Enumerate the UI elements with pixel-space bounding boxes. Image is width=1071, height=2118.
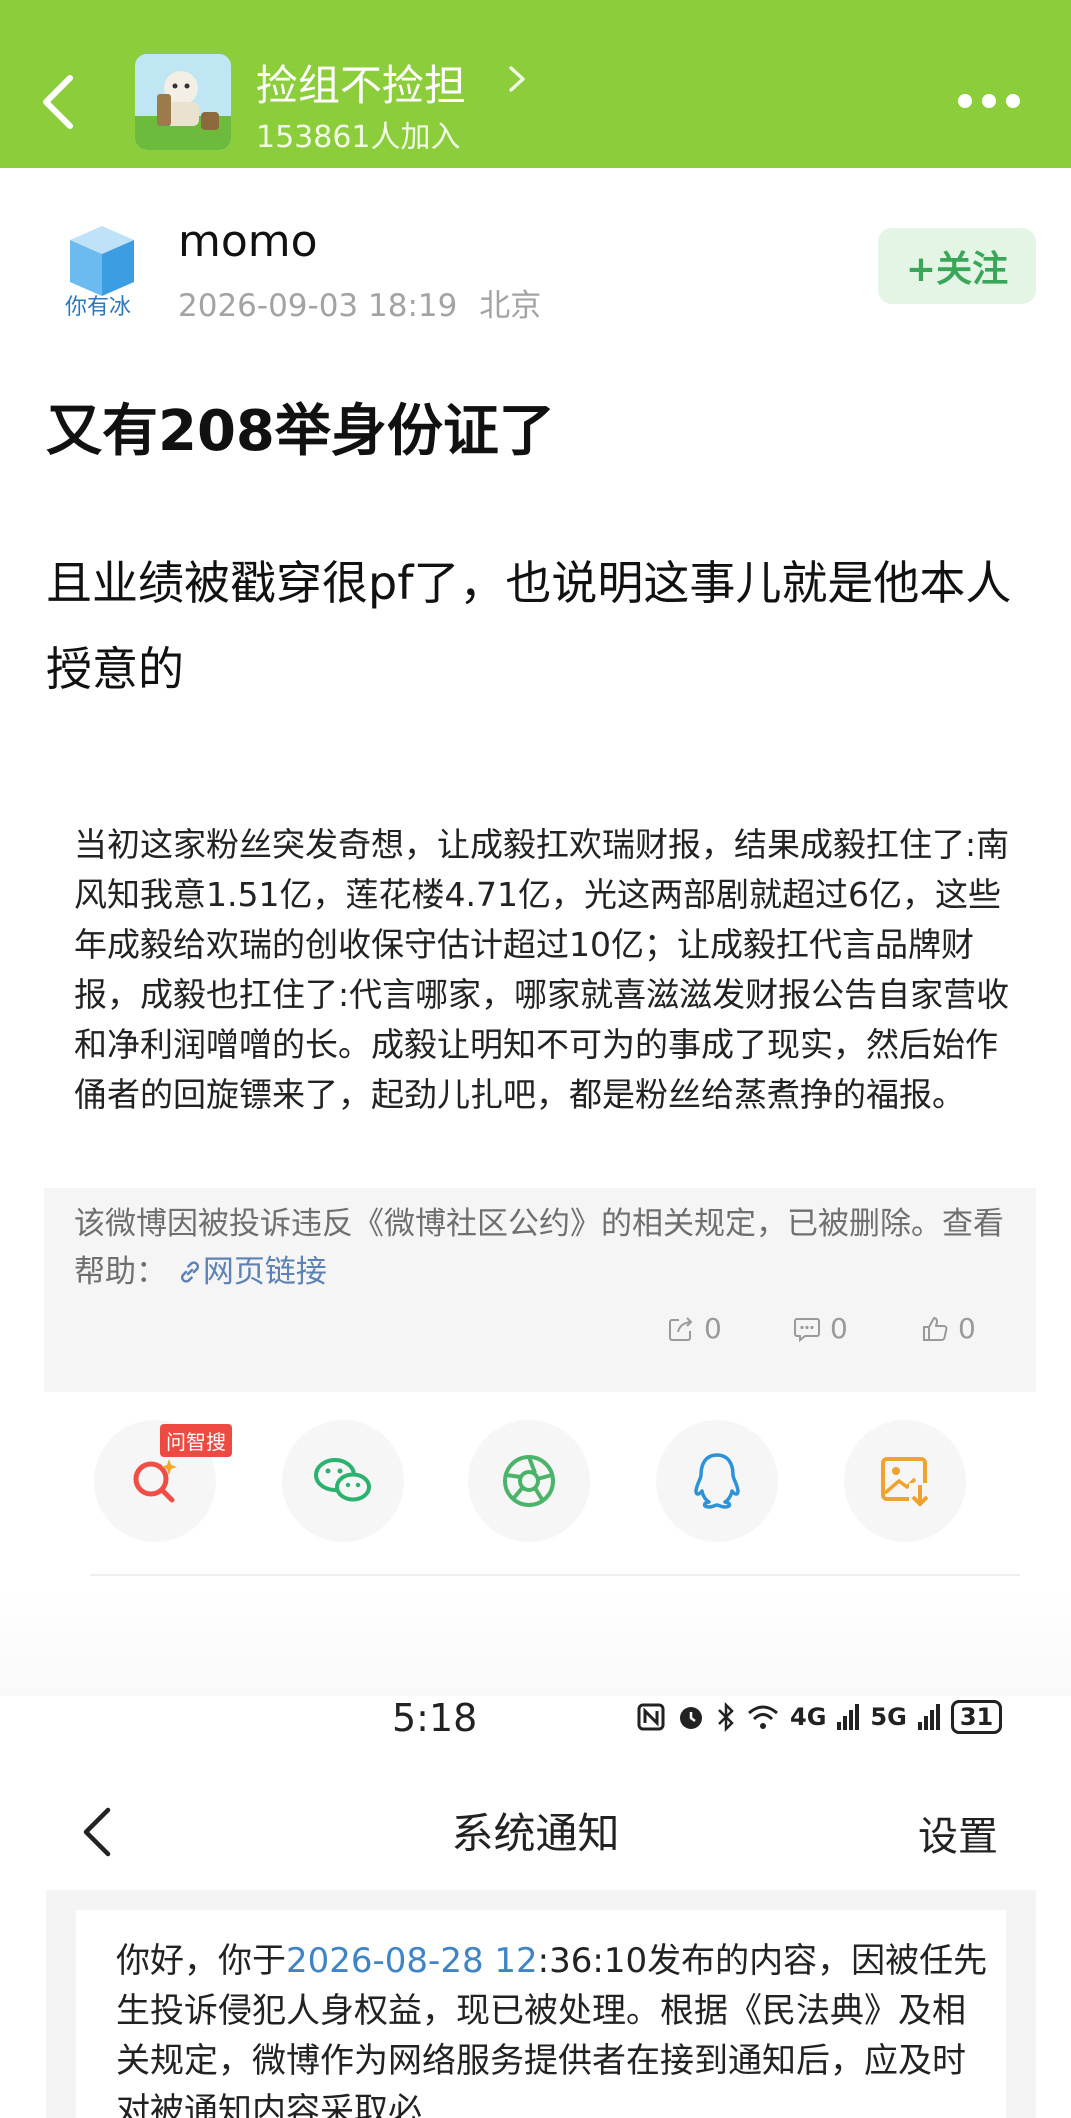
battery-indicator: 31 (950, 1700, 1003, 1734)
notification-settings-button[interactable]: 设置 (918, 1804, 998, 1862)
group-member-count: 153861人加入 (256, 120, 461, 155)
back-button[interactable] (36, 72, 80, 132)
qq-icon (694, 1453, 740, 1509)
status-icons: 4G 5G 31 (636, 1700, 1003, 1734)
comment-icon (794, 1317, 820, 1342)
group-name[interactable]: 捡组不捡担 (256, 52, 466, 113)
follow-button[interactable]: +关注 (878, 228, 1036, 304)
group-avatar[interactable] (135, 54, 231, 150)
notification-date: 2026-08-28 12 (286, 1941, 538, 1981)
comment-stat[interactable]: 0 (792, 1312, 848, 1345)
group-header: 捡组不捡担 153861人加入 (0, 0, 1071, 168)
save-image-icon (881, 1457, 931, 1507)
help-link[interactable]: 网页链接 (177, 1254, 327, 1290)
notification-text-prefix: 你好，你于 (116, 1941, 286, 1981)
qq-share-button[interactable] (656, 1420, 778, 1542)
signal-icon (837, 1704, 860, 1730)
moments-icon (503, 1455, 555, 1507)
screenshot-gap (0, 1586, 1071, 1696)
quoted-post-text: 当初这家粉丝突发奇想，让成毅扛欢瑞财报，结果成毅扛住了:南风知我意1.51亿，莲… (74, 825, 1010, 1114)
deleted-notice: 该微博因被投诉违反《微博社区公约》的相关规定，已被删除。查看帮助： 网页链接 (74, 1200, 1014, 1296)
post-body: 且业绩被戳穿很pf了，也说明这事儿就是他本人授意的 (46, 556, 1012, 696)
more-icon[interactable] (958, 94, 1020, 110)
author-avatar[interactable]: 你有冰 (48, 218, 148, 320)
repost-stat[interactable]: 0 (666, 1312, 722, 1345)
post-location: 北京 (479, 288, 542, 324)
nfc-icon (637, 1703, 665, 1731)
post-title: 又有208举身份证了 (46, 399, 555, 464)
group-avatar-image (135, 54, 231, 150)
wifi-icon (748, 1705, 778, 1729)
post-meta: 2026-09-03 18:19 北京 (178, 280, 541, 325)
notification-text: 你好，你于2026-08-28 12:36:10发布的内容，因被任先生投诉侵犯人… (116, 1936, 996, 2118)
notification-card: 你好，你于2026-08-28 12:36:10发布的内容，因被任先生投诉侵犯人… (76, 1910, 1006, 2118)
network-label-2: 5G (870, 1703, 907, 1731)
moments-share-button[interactable] (468, 1420, 590, 1542)
comment-count: 0 (830, 1312, 848, 1345)
network-label-1: 4G (790, 1703, 827, 1731)
repost-count: 0 (704, 1312, 722, 1345)
chevron-right-icon[interactable] (506, 64, 528, 94)
like-count: 0 (958, 1312, 976, 1345)
divider (90, 1574, 1020, 1576)
wechat-icon (314, 1458, 371, 1502)
help-link-label: 网页链接 (202, 1254, 327, 1290)
status-time: 5:18 (392, 1696, 478, 1740)
save-image-button[interactable] (844, 1420, 966, 1542)
deleted-post-box: 该微博因被投诉违反《微博社区公约》的相关规定，已被删除。查看帮助： 网页链接 0… (44, 1188, 1036, 1392)
like-icon (923, 1316, 948, 1341)
signal-icon-2 (917, 1704, 940, 1730)
alarm-icon (680, 1707, 702, 1729)
like-stat[interactable]: 0 (920, 1312, 976, 1345)
ice-cube-icon: 你有冰 (65, 226, 134, 320)
post-time: 2026-09-03 18:19 (178, 288, 458, 324)
ai-search-badge: 问智搜 (160, 1424, 232, 1457)
notification-title: 系统通知 (451, 1809, 620, 1858)
repost-icon (669, 1316, 693, 1341)
bluetooth-icon (718, 1702, 734, 1732)
back-icon (43, 75, 73, 129)
avatar-text: 你有冰 (65, 295, 131, 318)
search-ai-icon (133, 1459, 177, 1503)
author-name[interactable]: momo (178, 216, 318, 267)
link-icon (180, 1261, 199, 1283)
wechat-share-button[interactable] (282, 1420, 404, 1542)
